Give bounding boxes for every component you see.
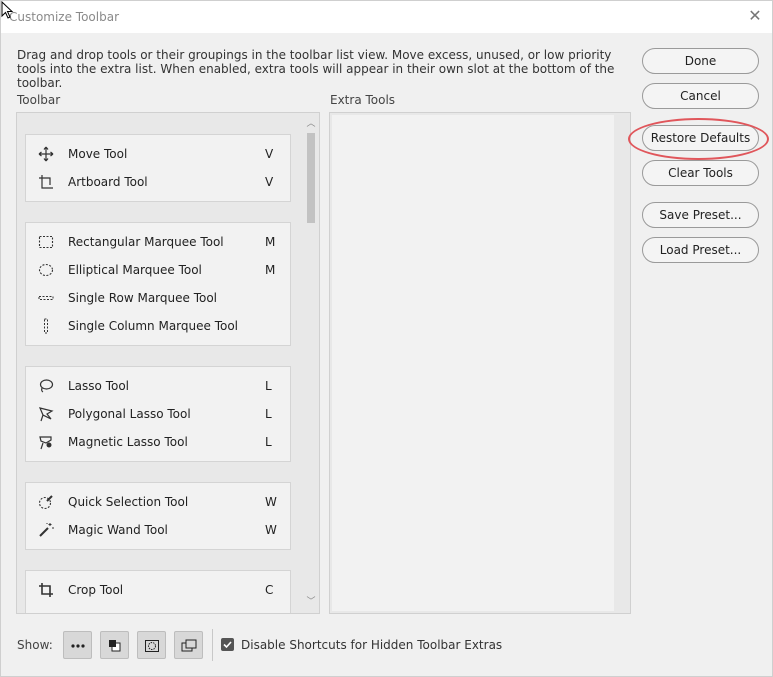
tool-shortcut: V <box>265 147 274 161</box>
scroll-down-icon[interactable]: ﹀ <box>306 597 316 607</box>
close-icon[interactable]: ✕ <box>746 7 764 25</box>
tool-group-marquee[interactable]: Rectangular Marquee Tool M Elliptical Ma… <box>25 222 291 346</box>
clear-tools-button[interactable]: Clear Tools <box>642 160 759 186</box>
quick-mask-icon <box>145 640 159 652</box>
tool-group-selection[interactable]: Quick Selection Tool W Magic Wand Tool W <box>25 482 291 550</box>
scrollbar-thumb[interactable] <box>307 133 315 223</box>
tool-item-crop[interactable]: Crop Tool C <box>26 576 290 604</box>
tool-group-move[interactable]: Move Tool V Artboard Tool V <box>25 134 291 202</box>
extra-tools-label: Extra Tools <box>330 93 396 107</box>
show-label: Show: <box>17 638 53 652</box>
tool-shortcut: M <box>265 263 276 277</box>
ellipse-marquee-icon <box>38 263 54 277</box>
show-screen-mode-button[interactable] <box>174 631 203 659</box>
toolbar-list[interactable]: Move Tool V Artboard Tool V Rectangular … <box>16 112 320 614</box>
tool-shortcut: V <box>265 175 274 189</box>
show-extra-tools-button[interactable] <box>63 631 92 659</box>
tool-name: Lasso Tool <box>68 379 130 393</box>
magic-wand-icon <box>39 523 54 537</box>
checkmark-icon <box>223 641 232 649</box>
extra-tools-drop-area[interactable] <box>332 115 614 611</box>
window-title: Customize Toolbar <box>9 10 120 24</box>
load-preset-button[interactable]: Load Preset... <box>642 237 759 263</box>
foreground-background-icon <box>109 640 121 652</box>
tool-shortcut: W <box>265 495 277 509</box>
save-preset-button[interactable]: Save Preset... <box>642 202 759 228</box>
tool-name: Single Row Marquee Tool <box>68 291 218 305</box>
cancel-button[interactable]: Cancel <box>642 83 759 109</box>
more-icon <box>71 644 85 648</box>
tool-name: Magnetic Lasso Tool <box>68 435 188 449</box>
tool-name: Crop Tool <box>68 583 124 597</box>
crop-icon <box>39 583 53 597</box>
tool-item-quick-selection[interactable]: Quick Selection Tool W <box>26 488 290 516</box>
disable-shortcuts-label[interactable]: Disable Shortcuts for Hidden Toolbar Ext… <box>241 638 502 652</box>
tool-name: Magic Wand Tool <box>68 523 168 537</box>
tool-item-magnetic-lasso[interactable]: Magnetic Lasso Tool L <box>26 428 290 456</box>
artboard-icon <box>39 175 53 189</box>
show-foreground-background-button[interactable] <box>100 631 129 659</box>
tool-group-lasso[interactable]: Lasso Tool L Polygonal Lasso Tool L Magn… <box>25 366 291 462</box>
title-bar: Customize Toolbar ✕ <box>1 1 772 33</box>
tool-item-ellipse-marquee[interactable]: Elliptical Marquee Tool M <box>26 256 290 284</box>
tool-name: Rectangular Marquee Tool <box>68 235 224 249</box>
tool-shortcut: L <box>265 407 272 421</box>
bottom-bar: Show: Disable Shortcuts for Hidden Toolb… <box>1 625 772 677</box>
bottom-divider <box>212 629 213 661</box>
tool-name: Quick Selection Tool <box>68 495 189 509</box>
quick-selection-icon <box>38 495 53 510</box>
lasso-icon <box>39 379 54 393</box>
tool-item-polygonal-lasso[interactable]: Polygonal Lasso Tool L <box>26 400 290 428</box>
tool-item-artboard[interactable]: Artboard Tool V <box>26 168 290 196</box>
show-quick-mask-button[interactable] <box>137 631 166 659</box>
tool-name: Move Tool <box>68 147 128 161</box>
tool-shortcut: M <box>265 235 276 249</box>
customize-toolbar-dialog: Customize Toolbar ✕ Drag and drop tools … <box>0 0 773 677</box>
tool-group-crop[interactable]: Crop Tool C <box>25 570 291 613</box>
row-marquee-icon <box>38 296 54 300</box>
mouse-cursor-icon <box>1 1 14 19</box>
tool-item-column-marquee[interactable]: Single Column Marquee Tool <box>26 312 290 340</box>
toolbar-list-scrollbar[interactable]: ︿ ﹀ <box>303 113 319 613</box>
instructions-text: Drag and drop tools or their groupings i… <box>17 48 615 90</box>
scroll-up-icon[interactable]: ︿ <box>306 119 316 129</box>
tool-name: Single Column Marquee Tool <box>68 319 239 333</box>
tool-name: Elliptical Marquee Tool <box>68 263 202 277</box>
tool-shortcut: C <box>265 583 274 597</box>
annotation-highlight-ellipse <box>628 118 769 160</box>
tool-shortcut: W <box>265 523 277 537</box>
disable-shortcuts-checkbox[interactable] <box>221 638 234 651</box>
tool-shortcut: L <box>265 379 272 393</box>
screen-mode-icon <box>181 639 197 652</box>
tool-name: Polygonal Lasso Tool <box>68 407 191 421</box>
tool-item-lasso[interactable]: Lasso Tool L <box>26 372 290 400</box>
tool-item-move[interactable]: Move Tool V <box>26 140 290 168</box>
toolbar-list-label: Toolbar <box>17 93 61 107</box>
extra-tools-list[interactable] <box>329 112 631 614</box>
column-marquee-icon <box>44 318 48 334</box>
tool-shortcut: L <box>265 435 272 449</box>
move-icon <box>38 146 54 162</box>
done-button[interactable]: Done <box>642 48 759 74</box>
magnetic-lasso-icon <box>39 436 52 450</box>
rect-marquee-icon <box>38 235 54 249</box>
tool-item-row-marquee[interactable]: Single Row Marquee Tool <box>26 284 290 312</box>
tool-item-magic-wand[interactable]: Magic Wand Tool W <box>26 516 290 544</box>
tool-item-rect-marquee[interactable]: Rectangular Marquee Tool M <box>26 228 290 256</box>
tool-name: Artboard Tool <box>68 175 148 189</box>
polygonal-lasso-icon <box>38 407 54 422</box>
